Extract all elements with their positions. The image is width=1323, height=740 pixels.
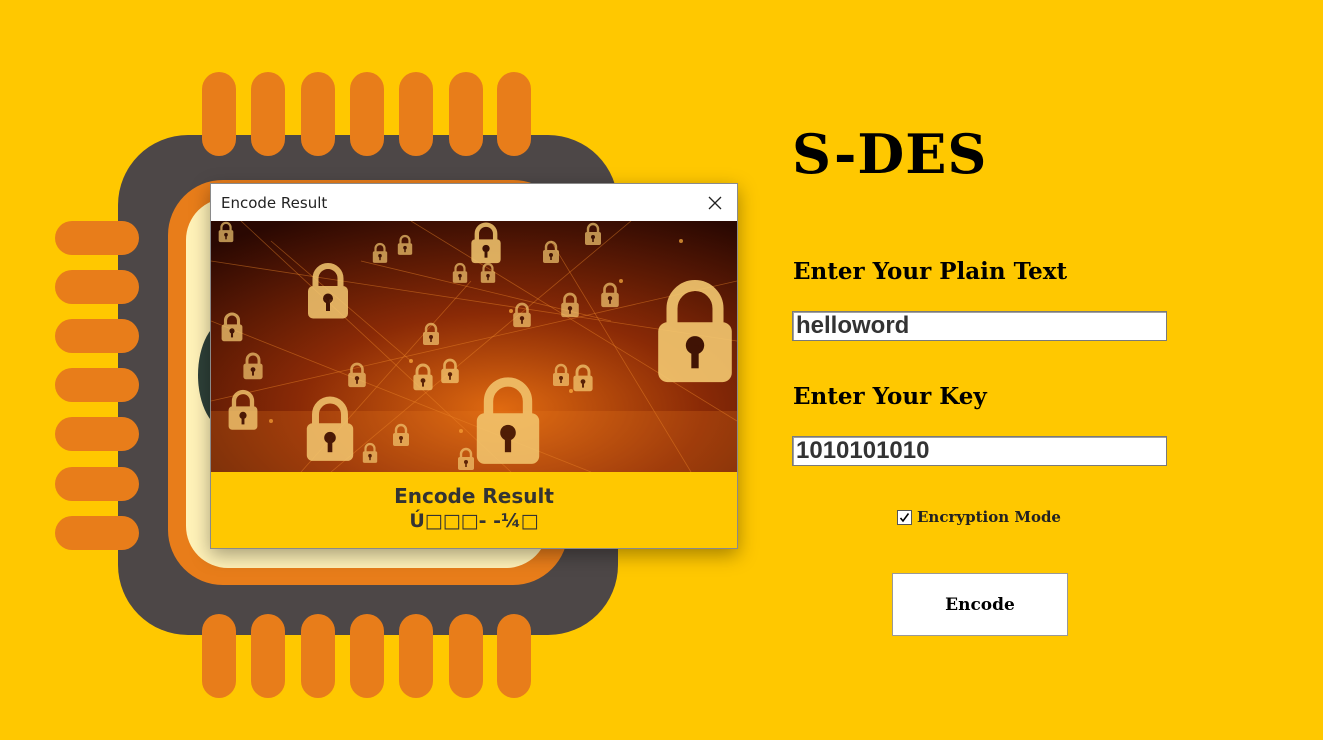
chip-pin	[251, 72, 285, 156]
encryption-mode-option[interactable]: Encryption Mode	[897, 508, 1061, 526]
plain-text-label: Enter Your Plain Text	[793, 258, 1068, 285]
encode-result-dialog: Encode Result Encode Result Ú□□□- -¼□	[210, 183, 738, 549]
chip-pin	[251, 614, 285, 698]
chip-pin	[399, 614, 433, 698]
chip-pin	[350, 614, 384, 698]
chip-pin	[301, 72, 335, 156]
result-heading: Encode Result	[394, 484, 554, 508]
result-value: Ú□□□- -¼□	[409, 510, 539, 532]
chip-pin	[55, 221, 139, 255]
chip-pin	[301, 614, 335, 698]
key-input[interactable]	[792, 436, 1167, 466]
chip-pin	[55, 319, 139, 353]
encode-button[interactable]: Encode	[892, 573, 1068, 636]
app-title: S-DES	[792, 122, 988, 186]
chip-pin	[449, 72, 483, 156]
security-banner-image	[211, 221, 737, 472]
chip-pin	[55, 467, 139, 501]
chip-pin	[449, 614, 483, 698]
chip-pin	[202, 614, 236, 698]
encryption-mode-label: Encryption Mode	[917, 508, 1061, 526]
dialog-title: Encode Result	[221, 194, 328, 212]
key-label: Enter Your Key	[793, 383, 987, 410]
chip-pin	[399, 72, 433, 156]
close-icon	[708, 196, 722, 209]
chip-pin	[497, 614, 531, 698]
dialog-titlebar[interactable]: Encode Result	[211, 184, 737, 221]
chip-pin	[55, 368, 139, 402]
dialog-close-button[interactable]	[693, 184, 737, 221]
chip-pin	[55, 516, 139, 550]
chip-pin	[497, 72, 531, 156]
chip-pin	[55, 270, 139, 304]
dialog-result-text: Encode Result Ú□□□- -¼□	[211, 484, 737, 533]
check-icon	[899, 512, 910, 522]
encryption-mode-checkbox[interactable]	[897, 509, 912, 525]
chip-pin	[202, 72, 236, 156]
plain-text-input[interactable]	[792, 311, 1167, 341]
chip-pin	[350, 72, 384, 156]
chip-pin	[55, 417, 139, 451]
